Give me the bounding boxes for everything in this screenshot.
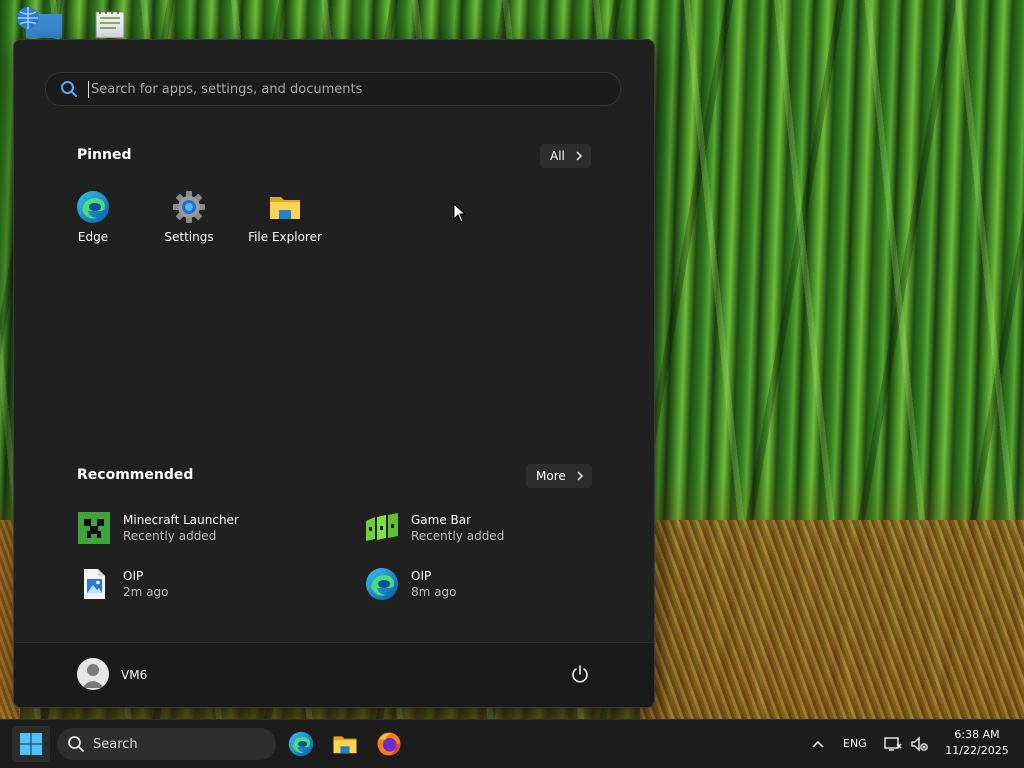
start-menu-footer: VM6 [14, 642, 654, 707]
recommended-item-name: Game Bar [411, 513, 472, 527]
firefox-icon [377, 732, 401, 756]
recommended-item-sub: 8m ago [411, 585, 457, 599]
pinned-file-explorer-label: File Explorer [248, 230, 322, 244]
desktop-network-icon[interactable] [14, 4, 62, 38]
taskbar-search-label: Search [93, 736, 138, 752]
language-indicator[interactable]: ENG [843, 737, 867, 750]
clock[interactable]: 6:38 AM 11/22/2025 [942, 728, 1012, 757]
speaker-muted-icon [911, 736, 928, 752]
file-explorer-icon [333, 736, 357, 754]
recommended-item-name: OIP [123, 569, 144, 583]
chevron-up-icon [812, 740, 824, 748]
power-button[interactable] [570, 664, 590, 688]
recommended-item-oip-edge[interactable]: OIP 8m ago [365, 567, 456, 601]
network-disconnected-icon [884, 737, 902, 751]
start-search-input[interactable] [88, 80, 593, 98]
minecraft-icon [77, 511, 111, 545]
desktop-notepad-icon[interactable] [94, 8, 142, 42]
start-search-box[interactable] [45, 72, 621, 106]
game-bar-icon [365, 511, 399, 545]
recommended-item-oip-image[interactable]: OIP 2m ago [77, 567, 168, 601]
pinned-settings[interactable]: Settings [144, 190, 234, 244]
pinned-edge[interactable]: Edge [48, 190, 138, 244]
recommended-title: Recommended [77, 467, 194, 483]
all-apps-button[interactable]: All [540, 144, 591, 168]
wallpaper-grass [640, 520, 1024, 720]
recommended-item-game-bar[interactable]: Game Bar Recently added [365, 511, 504, 545]
recommended-item-name: OIP [411, 569, 432, 583]
recommended-item-name: Minecraft Launcher [123, 513, 239, 527]
folder-icon [268, 190, 302, 224]
clock-time: 6:38 AM [954, 728, 1000, 741]
user-name[interactable]: VM6 [121, 668, 147, 682]
clock-date: 11/22/2025 [945, 744, 1009, 757]
search-icon [61, 81, 77, 97]
image-file-icon [77, 567, 111, 601]
more-button[interactable]: More [526, 464, 592, 488]
pinned-edge-label: Edge [77, 230, 109, 244]
windows-logo-icon [20, 733, 42, 755]
search-icon [68, 736, 84, 752]
chevron-right-icon [577, 471, 583, 481]
volume-status[interactable] [903, 728, 935, 760]
user-avatar[interactable] [77, 658, 109, 690]
recommended-item-minecraft[interactable]: Minecraft Launcher Recently added [77, 511, 239, 545]
power-icon [572, 665, 588, 683]
mouse-cursor-icon [453, 202, 467, 227]
pinned-settings-label: Settings [164, 230, 214, 244]
all-apps-label: All [550, 149, 565, 163]
settings-gear-icon [172, 190, 206, 224]
taskbar-firefox[interactable] [373, 728, 405, 760]
edge-icon [288, 731, 314, 757]
taskbar-file-explorer[interactable] [329, 728, 361, 760]
recommended-item-sub: 2m ago [123, 585, 169, 599]
recommended-item-sub: Recently added [123, 529, 217, 543]
chevron-right-icon [576, 151, 582, 161]
pinned-file-explorer[interactable]: File Explorer [240, 190, 330, 244]
recommended-item-sub: Recently added [411, 529, 505, 543]
tray-overflow-button[interactable] [802, 728, 834, 760]
taskbar: Search ENG 6:38 AM 11/22/2025 [0, 719, 1024, 768]
taskbar-search[interactable]: Search [57, 728, 276, 760]
edge-icon [365, 567, 399, 601]
pinned-title: Pinned [77, 147, 132, 163]
edge-icon [76, 190, 110, 224]
more-label: More [536, 469, 566, 483]
start-menu: Pinned All Edge [13, 39, 655, 708]
start-button[interactable] [12, 726, 50, 762]
taskbar-edge[interactable] [285, 728, 317, 760]
user-icon [82, 664, 104, 688]
